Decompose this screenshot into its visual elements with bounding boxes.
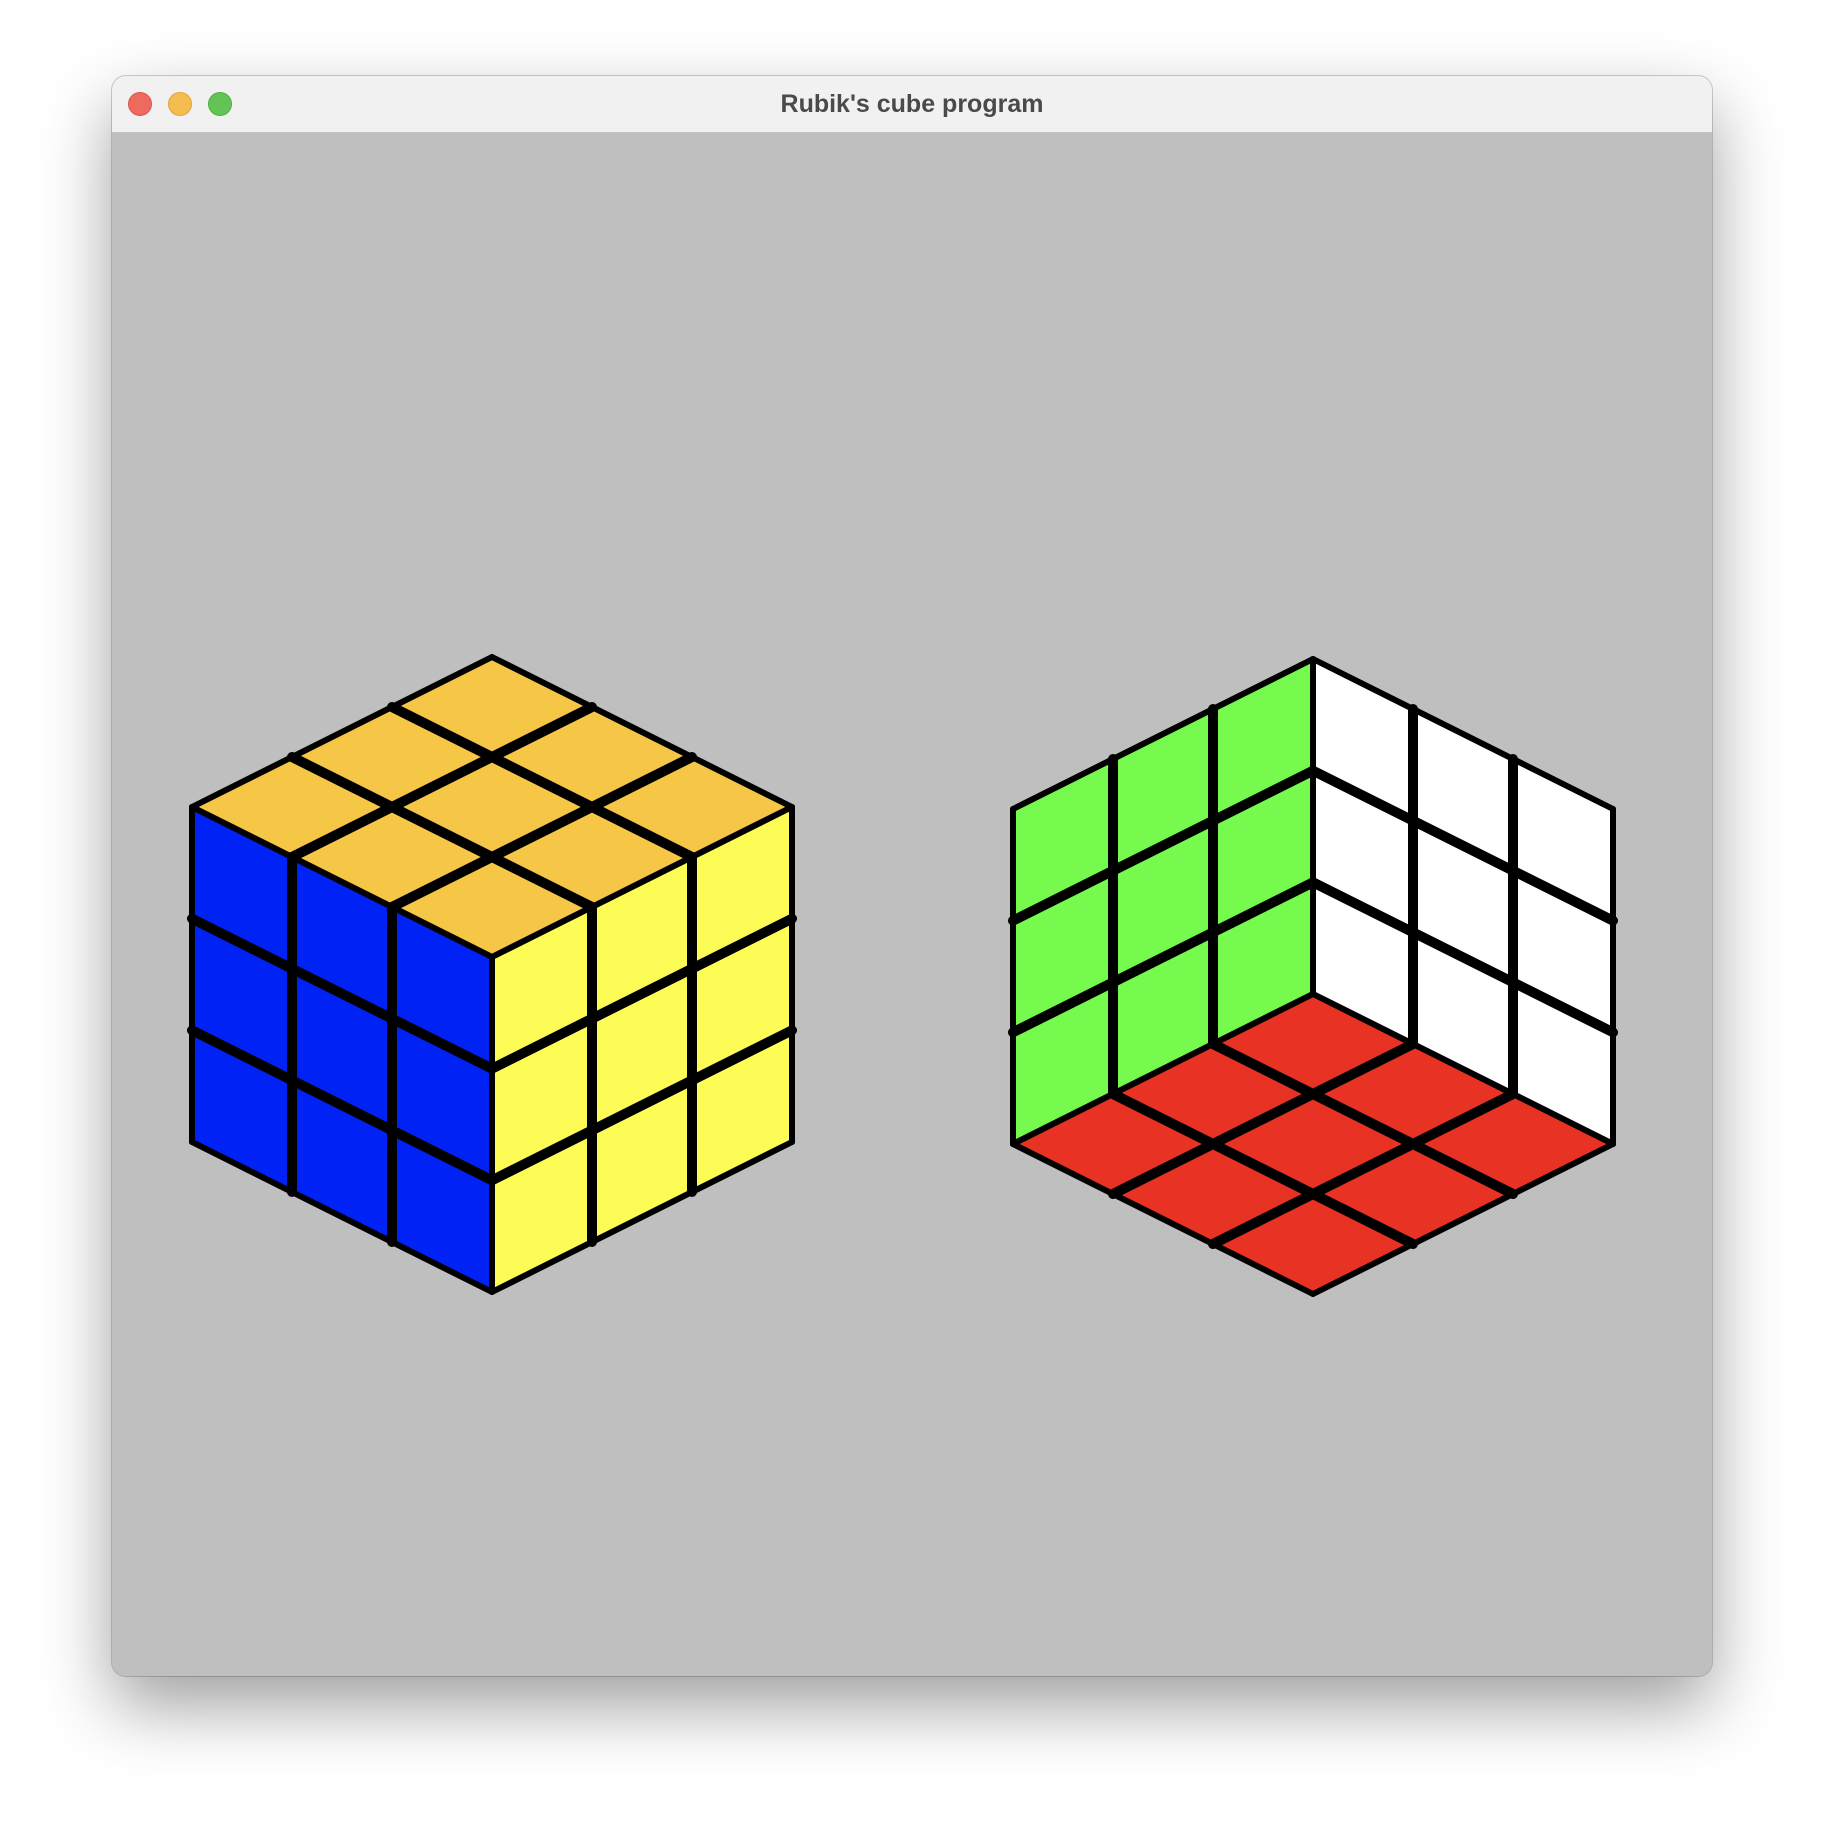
app-window: Rubik's cube program xyxy=(112,76,1712,1676)
cube-drawing xyxy=(187,654,1618,1297)
drawing-canvas xyxy=(112,133,1712,1676)
window-title: Rubik's cube program xyxy=(780,90,1044,118)
title-bar[interactable]: Rubik's cube program xyxy=(112,76,1712,133)
cube-back-view xyxy=(1008,656,1618,1297)
cube-front-view xyxy=(187,654,797,1295)
